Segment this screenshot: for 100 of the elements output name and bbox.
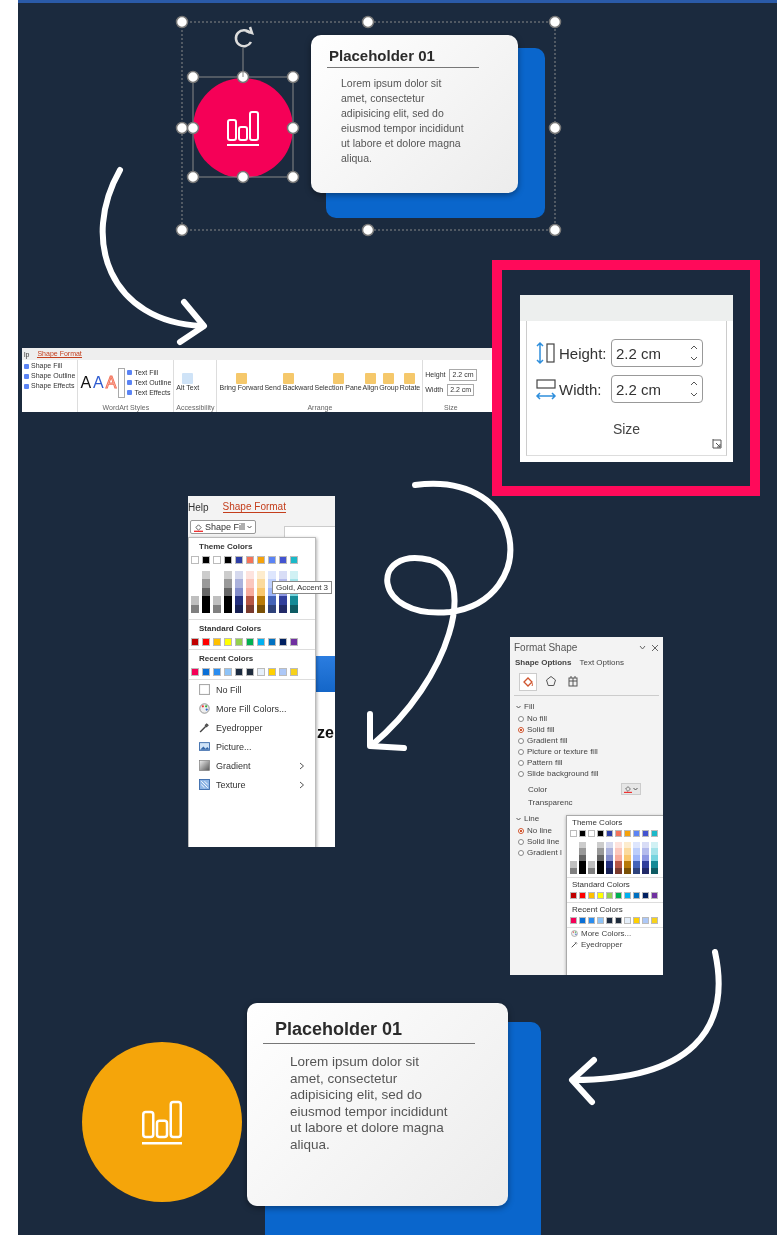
color-swatch[interactable] <box>235 668 243 676</box>
section-heading[interactable]: Fill <box>524 702 535 711</box>
color-swatch[interactable] <box>570 892 577 899</box>
color-swatch[interactable] <box>224 668 232 676</box>
gallery-scroll[interactable] <box>118 367 126 398</box>
color-swatch[interactable] <box>268 668 276 676</box>
shade-column[interactable] <box>624 842 631 874</box>
color-swatch[interactable] <box>651 830 658 837</box>
color-swatch[interactable] <box>606 917 613 924</box>
color-swatch[interactable] <box>279 668 287 676</box>
color-swatch[interactable] <box>642 892 649 899</box>
menu-item[interactable]: Gradient <box>189 756 315 775</box>
selection-frame[interactable] <box>175 15 562 237</box>
color-swatch[interactable] <box>615 917 622 924</box>
color-swatch[interactable] <box>597 892 604 899</box>
color-swatch[interactable] <box>202 638 210 646</box>
color-swatch[interactable] <box>651 917 658 924</box>
color-swatch[interactable] <box>224 556 232 564</box>
ribbon-tab[interactable]: Help <box>188 501 209 513</box>
color-swatch[interactable] <box>624 830 631 837</box>
color-swatch[interactable] <box>213 668 221 676</box>
color-swatch[interactable] <box>606 830 613 837</box>
color-picker-button[interactable] <box>621 783 641 795</box>
color-swatch[interactable] <box>246 638 254 646</box>
menu-item[interactable]: Eyedropper <box>189 718 315 737</box>
color-swatch[interactable] <box>235 556 243 564</box>
color-swatch[interactable] <box>579 892 586 899</box>
shade-column[interactable] <box>642 842 649 874</box>
pane-icon-tab[interactable] <box>565 673 581 689</box>
menu-item[interactable]: Texture <box>189 775 315 794</box>
radio-button[interactable] <box>518 770 524 777</box>
color-swatch[interactable] <box>615 830 622 837</box>
shade-column[interactable] <box>615 842 622 874</box>
color-swatch[interactable] <box>191 668 199 676</box>
wordart-style[interactable]: A <box>80 373 92 392</box>
dialog-launcher-icon[interactable] <box>712 439 722 449</box>
color-swatch[interactable] <box>588 892 595 899</box>
color-swatch[interactable] <box>624 917 631 924</box>
color-swatch[interactable] <box>268 556 276 564</box>
selection-box[interactable] <box>186 70 300 184</box>
shade-column[interactable] <box>202 571 210 613</box>
wordart-style[interactable]: A <box>93 373 104 392</box>
color-swatch[interactable] <box>633 892 640 899</box>
color-swatch[interactable] <box>268 638 276 646</box>
shade-column[interactable] <box>651 842 658 874</box>
menu-item[interactable]: More Colors... <box>567 928 663 939</box>
color-swatch[interactable] <box>191 556 199 564</box>
menu-item[interactable]: No Fill <box>189 680 315 699</box>
pane-icon-tab[interactable] <box>543 673 559 689</box>
shade-column[interactable] <box>606 842 613 874</box>
pane-tab[interactable]: Text Options <box>579 658 624 667</box>
color-swatch[interactable] <box>257 668 265 676</box>
spinner-arrows-icon[interactable] <box>690 380 698 398</box>
menu-item[interactable]: More Fill Colors... <box>189 699 315 718</box>
shape-fill-button[interactable]: Shape Fill <box>190 520 257 534</box>
color-swatch[interactable] <box>579 830 586 837</box>
radio-button[interactable] <box>518 849 524 856</box>
color-swatch[interactable] <box>633 830 640 837</box>
shade-column[interactable] <box>246 571 254 613</box>
shade-column[interactable] <box>235 571 243 613</box>
menu-item[interactable]: Picture... <box>189 737 315 756</box>
shade-column[interactable] <box>633 842 640 874</box>
size-spinbox[interactable]: 2.2 cm <box>611 375 703 403</box>
shade-column[interactable] <box>597 842 604 874</box>
shade-column[interactable] <box>579 842 586 874</box>
color-swatch[interactable] <box>290 638 298 646</box>
color-swatch[interactable] <box>202 556 210 564</box>
color-swatch[interactable] <box>579 917 586 924</box>
color-swatch[interactable] <box>279 556 287 564</box>
close-icon[interactable] <box>639 643 659 652</box>
color-swatch[interactable] <box>224 638 232 646</box>
radio-button[interactable] <box>518 827 524 834</box>
radio-button[interactable] <box>518 748 524 755</box>
color-swatch[interactable] <box>213 556 221 564</box>
color-swatch[interactable] <box>615 892 622 899</box>
color-swatch[interactable] <box>588 917 595 924</box>
color-swatch[interactable] <box>570 830 577 837</box>
color-swatch[interactable] <box>246 556 254 564</box>
color-swatch[interactable] <box>642 830 649 837</box>
radio-button[interactable] <box>518 838 524 845</box>
pane-icon-tab[interactable] <box>519 673 537 691</box>
color-swatch[interactable] <box>246 668 254 676</box>
color-swatch[interactable] <box>633 917 640 924</box>
pane-tab[interactable]: Shape Options <box>515 658 572 667</box>
radio-button[interactable] <box>518 737 524 744</box>
color-swatch[interactable] <box>213 638 221 646</box>
section-heading[interactable]: Line <box>524 814 540 823</box>
color-swatch[interactable] <box>588 830 595 837</box>
color-swatch[interactable] <box>597 830 604 837</box>
caret-icon[interactable] <box>516 816 521 821</box>
shade-column[interactable] <box>257 571 265 613</box>
radio-button[interactable] <box>518 715 524 722</box>
caret-icon[interactable] <box>516 704 521 709</box>
color-swatch[interactable] <box>651 892 658 899</box>
color-swatch[interactable] <box>624 892 631 899</box>
color-swatch[interactable] <box>290 668 298 676</box>
radio-button[interactable] <box>518 726 524 733</box>
color-swatch[interactable] <box>257 556 265 564</box>
size-spinbox[interactable]: 2.2 cm <box>611 339 703 367</box>
color-swatch[interactable] <box>279 638 287 646</box>
